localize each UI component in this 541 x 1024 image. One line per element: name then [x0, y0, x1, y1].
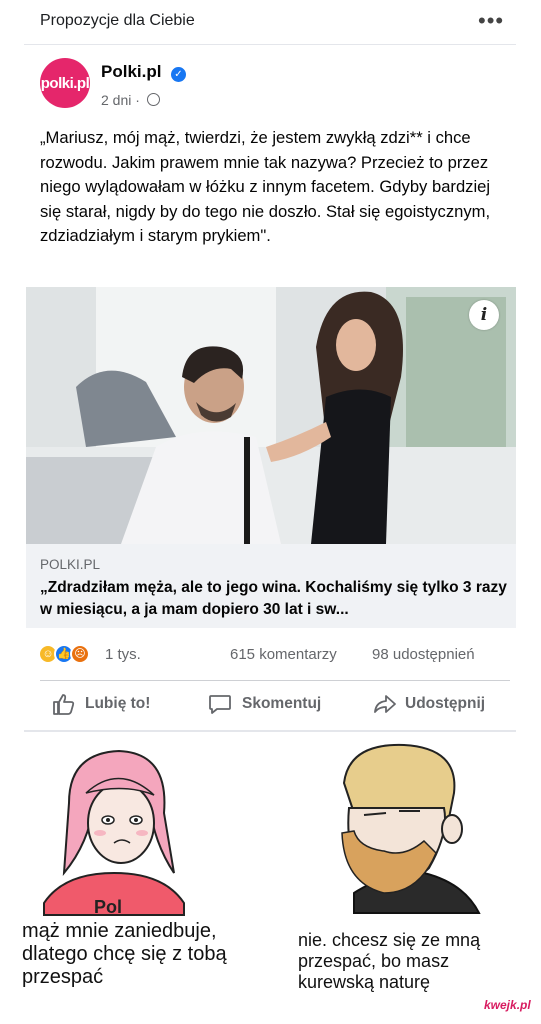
angry-icon: ☹ [70, 644, 90, 664]
divider [24, 730, 516, 732]
shirt-text: Pol [94, 897, 122, 917]
watermark-logo: kwejk.pl [484, 998, 531, 1012]
post-meta: 2 dni · [101, 92, 160, 108]
meme-left-caption: mąż mnie zaniedbuje, dlatego chcę się z … [22, 920, 227, 988]
meme-right-caption: nie. chcesz się ze mną przespać, bo masz… [298, 930, 481, 992]
comment-label: Skomentuj [242, 695, 322, 712]
more-dots-icon[interactable]: ••• [478, 8, 504, 34]
verified-badge-icon: ✓ [171, 67, 186, 82]
share-button[interactable]: Udostępnij [372, 692, 512, 718]
comment-icon [209, 695, 231, 714]
avatar-text: polki.pl [40, 74, 90, 92]
post-text: „Mariusz, mój mąż, twierdzi, że jestem z… [40, 128, 491, 245]
like-button[interactable]: Lubię to! [52, 692, 172, 718]
post-image[interactable] [26, 287, 516, 544]
info-icon[interactable]: i [469, 300, 499, 330]
page-avatar[interactable]: polki.pl [40, 58, 90, 108]
divider [24, 44, 516, 45]
globe-icon [146, 93, 160, 106]
post-time[interactable]: 2 dni [101, 92, 131, 108]
comment-button[interactable]: Skomentuj [208, 692, 348, 718]
like-label: Lubię to! [85, 695, 151, 712]
reactions-count[interactable]: 1 tys. [105, 646, 141, 663]
comments-count[interactable]: 615 komentarzy [230, 646, 337, 663]
page-name[interactable]: Polki.pl [101, 62, 161, 82]
link-domain: POLKI.PL [40, 557, 101, 572]
divider [40, 680, 510, 681]
shares-count[interactable]: 98 udostępnień [372, 646, 475, 663]
photo-illustration [26, 287, 516, 544]
thumbs-up-icon [53, 694, 75, 715]
link-preview[interactable]: POLKI.PL „Zdradziłam męża, ale to jego w… [26, 544, 516, 628]
share-label: Udostępnij [405, 695, 486, 712]
meta-separator: · [135, 92, 140, 108]
section-title: Propozycje dla Ciebie [40, 12, 195, 29]
suggestions-header: Propozycje dla Ciebie ••• [0, 0, 541, 44]
share-arrow-icon [374, 695, 396, 713]
link-title: „Zdradziłam męża, ale to jego wina. Koch… [40, 579, 507, 618]
